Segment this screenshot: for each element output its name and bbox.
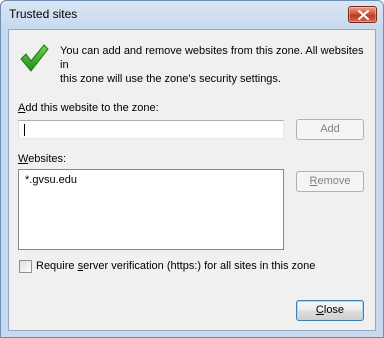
- websites-list[interactable]: *.gvsu.edu: [18, 169, 284, 250]
- require-https-text: erver verification (https:) for all site…: [83, 260, 316, 272]
- remove-button[interactable]: Remove: [296, 171, 364, 192]
- require-https-checkbox[interactable]: [19, 260, 32, 273]
- text-caret: [24, 124, 25, 136]
- close-icon: [358, 10, 369, 20]
- add-button[interactable]: Add: [296, 119, 364, 140]
- add-website-input[interactable]: [18, 120, 284, 139]
- close-label: lose: [323, 304, 345, 316]
- title-bar[interactable]: Trusted sites: [1, 1, 383, 29]
- add-website-label: Add this website to the zone:: [18, 102, 159, 114]
- require-https-label[interactable]: Require server verification (https:) for…: [36, 260, 315, 272]
- websites-label-hotkey: W: [18, 153, 29, 165]
- remove-label: emove: [317, 175, 351, 187]
- close-button[interactable]: Close: [296, 300, 364, 321]
- zone-info-message: You can add and remove websites from thi…: [60, 44, 372, 86]
- list-item[interactable]: *.gvsu.edu: [25, 174, 77, 186]
- trusted-sites-dialog: Trusted sites You can add and remove web…: [0, 0, 384, 338]
- close-window-button[interactable]: [348, 6, 377, 23]
- add-label-text: dd this website to the zone:: [25, 102, 159, 114]
- require-https-prefix: Require: [36, 260, 78, 272]
- close-hotkey: C: [315, 304, 324, 316]
- dialog-content: You can add and remove websites from thi…: [8, 29, 376, 331]
- websites-label-text: ebsites:: [28, 153, 67, 165]
- websites-label: Websites:: [18, 153, 66, 165]
- info-line-2: this zone will use the zone's security s…: [60, 73, 281, 85]
- info-line-1: You can add and remove websites from thi…: [60, 45, 364, 71]
- window-title: Trusted sites: [9, 7, 78, 21]
- check-icon: [20, 44, 49, 72]
